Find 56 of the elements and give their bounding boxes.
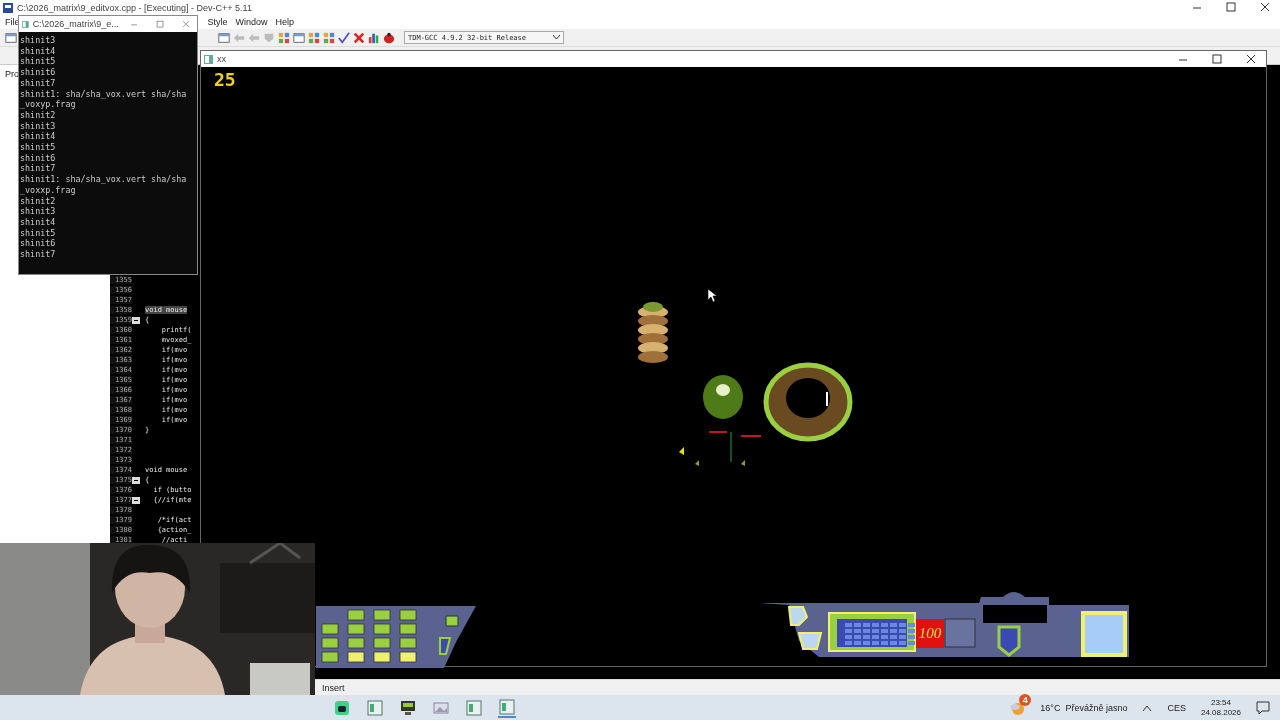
window-title: C:\2026_matrix\9_editvox.cpp - [Executing] - Dev-C++ 5.11 [17, 2, 253, 13]
console-line: shinit6 [20, 67, 57, 78]
console-line: shinit7 [20, 77, 57, 89]
grid-icon[interactable] [323, 31, 335, 44]
console-line: shinit6 [20, 152, 57, 164]
clock-time[interactable]: 23:54 [1210, 697, 1231, 708]
console-line: shinit7 [20, 163, 57, 175]
grid-icon[interactable] [278, 31, 290, 44]
check-icon[interactable] [338, 31, 350, 44]
console-line: shinit7 [20, 249, 57, 260]
monitor-icon[interactable] [399, 698, 417, 717]
menu-item[interactable]: Style [207, 17, 228, 27]
console-line: shinit3 [20, 206, 57, 217]
window-icon[interactable] [5, 31, 17, 44]
counter-display: 100 [916, 619, 944, 648]
fps-counter: 25 [214, 69, 236, 90]
app-icon [22, 19, 29, 29]
panel-tab[interactable]: Pro [5, 69, 19, 79]
console-line: shinit5 [20, 142, 57, 153]
console-line: shinit4 [20, 45, 57, 57]
menu-item[interactable]: Help [275, 17, 295, 27]
grid-icon[interactable] [308, 31, 320, 44]
window-title: C:\2026_matrix\9_e... [32, 19, 119, 29]
window-icon[interactable] [293, 31, 305, 44]
console-line: _voxxp.frag [20, 184, 77, 196]
window-icon[interactable] [465, 698, 483, 717]
window-icon[interactable] [366, 698, 384, 717]
console-line: _voxyp.frag [20, 99, 77, 110]
console-line: shinit4 [20, 131, 57, 143]
bar-chart-icon[interactable] [368, 31, 380, 44]
cross-icon[interactable] [353, 31, 365, 44]
console-line: shinit4 [20, 216, 57, 228]
weather-text[interactable]: 16°C Převážně jasno [1040, 702, 1128, 713]
cursor-icon [708, 289, 717, 302]
caret-icon [553, 35, 560, 40]
console-line: shinit5 [20, 56, 57, 68]
console-line: shinit1: sha/sha_vox.vert sha/sha [20, 88, 188, 100]
chevron-up-icon[interactable] [1142, 703, 1153, 712]
console-line: shinit1: sha/sha_vox.vert sha/sha [20, 174, 188, 185]
status-text: Insert [322, 682, 345, 693]
window-icon[interactable] [498, 697, 516, 718]
window-icon[interactable] [218, 31, 230, 44]
beetle-icon[interactable] [383, 31, 395, 44]
language-indicator[interactable]: CES [1167, 702, 1186, 713]
console-line: shinit5 [20, 227, 57, 239]
window-title: xx [217, 54, 227, 64]
notification-icon[interactable] [1256, 700, 1270, 715]
console-line: shinit3 [20, 120, 57, 132]
console-line: shinit6 [20, 238, 57, 250]
robot-icon[interactable] [333, 698, 351, 717]
app-icon [204, 54, 213, 64]
clock-date[interactable]: 24.08.2026 [1200, 707, 1241, 718]
menu-item[interactable]: Window [235, 17, 268, 27]
console-line: shinit3 [20, 35, 57, 46]
console-line: shinit2 [20, 195, 57, 207]
console-line: shinit2 [20, 109, 57, 121]
